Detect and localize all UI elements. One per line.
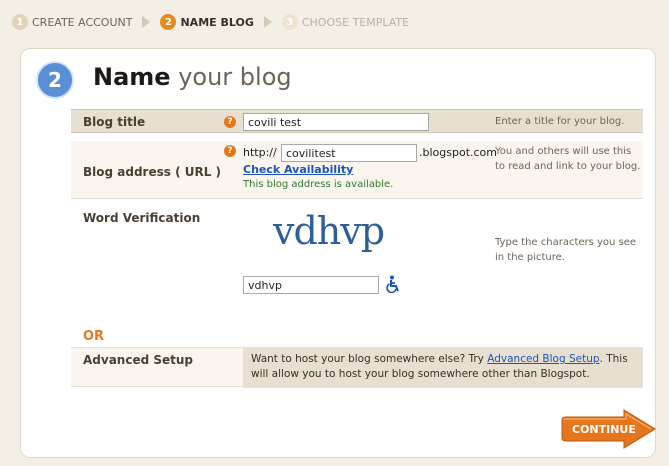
current-step-badge: 2	[36, 61, 74, 99]
blog-title-label: Blog title	[83, 115, 146, 129]
page-title-bold: Name	[93, 63, 171, 91]
advanced-blog-setup-link[interactable]: Advanced Blog Setup	[487, 353, 599, 365]
advanced-setup-description: Want to host your blog somewhere else? T…	[243, 348, 643, 388]
step-separator-icon	[142, 16, 151, 28]
step-name-blog: 2 NAME BLOG	[160, 14, 254, 30]
or-label: OR	[83, 329, 105, 344]
check-availability-link[interactable]: Check Availability	[243, 163, 353, 176]
blog-address-hint-line1: You and others will use this	[495, 146, 632, 157]
name-blog-card: 2 Name your blog Blog title ? Enter a ti…	[20, 48, 656, 458]
captcha-hint-line1: Type the characters you see	[495, 237, 637, 248]
advanced-setup-row: Advanced Setup Want to host your blog so…	[71, 347, 643, 388]
word-verification-label: Word Verification	[83, 211, 201, 225]
step-number: 2	[160, 14, 177, 30]
continue-button[interactable]: CONTINUE	[558, 409, 658, 449]
help-icon[interactable]: ?	[224, 116, 236, 128]
page-title: Name your blog	[93, 63, 292, 91]
blog-address-label: Blog address ( URL )	[83, 165, 222, 179]
blog-title-input[interactable]	[243, 113, 429, 131]
captcha-hint-line2: in the picture.	[495, 252, 565, 263]
help-icon[interactable]: ?	[224, 145, 236, 157]
blog-address-input[interactable]	[281, 144, 417, 162]
step-create-account: 1 CREATE ACCOUNT	[12, 14, 132, 30]
step-choose-template: 3 CHOOSE TEMPLATE	[281, 14, 410, 30]
wheelchair-icon[interactable]	[386, 275, 402, 293]
step-label: NAME BLOG	[180, 15, 254, 29]
word-verification-row: Word Verification vdhvp Type the charact…	[71, 205, 643, 315]
page-title-rest: your blog	[170, 63, 292, 91]
blog-address-row: ? Blog address ( URL ) http:// .blogspot…	[71, 141, 643, 199]
advanced-text-before: Want to host your blog somewhere else? T…	[251, 353, 488, 365]
continue-label: CONTINUE	[572, 423, 636, 436]
blog-title-row: Blog title ? Enter a title for your blog…	[71, 109, 643, 133]
availability-status: This blog address is available.	[243, 179, 394, 190]
captcha-input[interactable]	[243, 276, 379, 294]
step-number: 3	[281, 14, 298, 30]
progress-steps: 1 CREATE ACCOUNT 2 NAME BLOG 3 CHOOSE TE…	[12, 12, 409, 32]
step-label: CREATE ACCOUNT	[32, 15, 133, 29]
url-prefix: http://	[243, 146, 277, 159]
blog-address-hint-line2: to read and link to your blog.	[495, 161, 641, 172]
captcha-image: vdhvp	[273, 209, 385, 253]
url-suffix: .blogspot.com	[419, 146, 497, 159]
step-separator-icon	[263, 16, 272, 28]
step-number: 1	[12, 14, 28, 30]
blog-title-hint: Enter a title for your blog.	[495, 116, 625, 127]
advanced-setup-label: Advanced Setup	[83, 353, 194, 367]
step-label: CHOOSE TEMPLATE	[301, 15, 410, 29]
